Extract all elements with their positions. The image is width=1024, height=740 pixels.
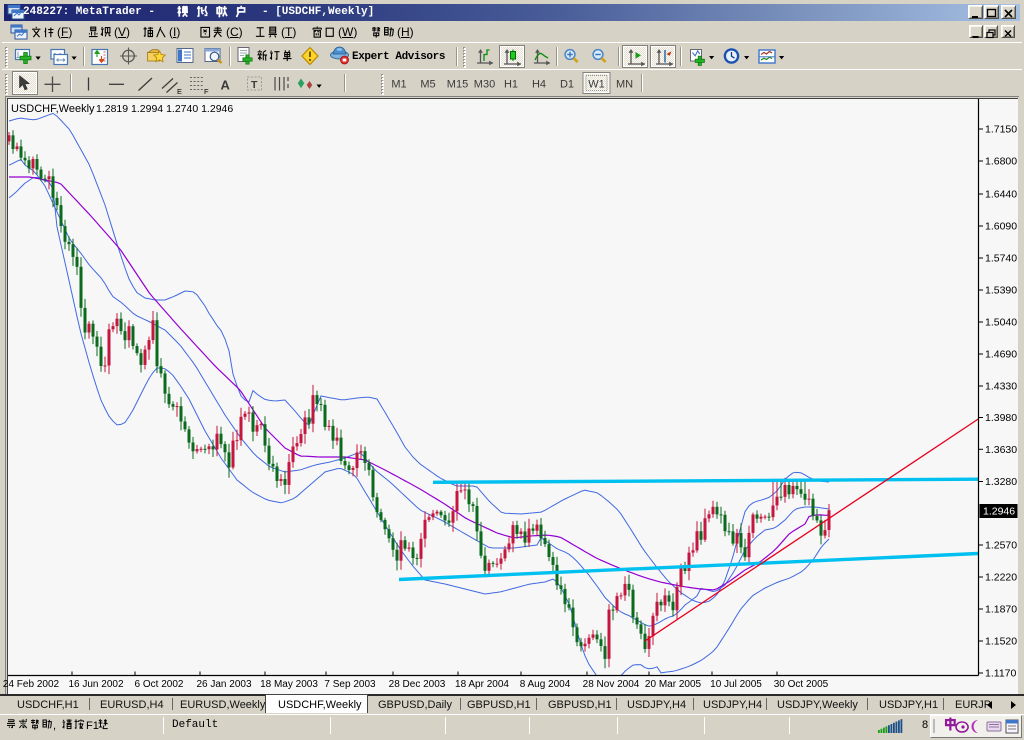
svg-text:,: , — [53, 720, 56, 732]
svg-text:F1: F1 — [86, 720, 99, 732]
